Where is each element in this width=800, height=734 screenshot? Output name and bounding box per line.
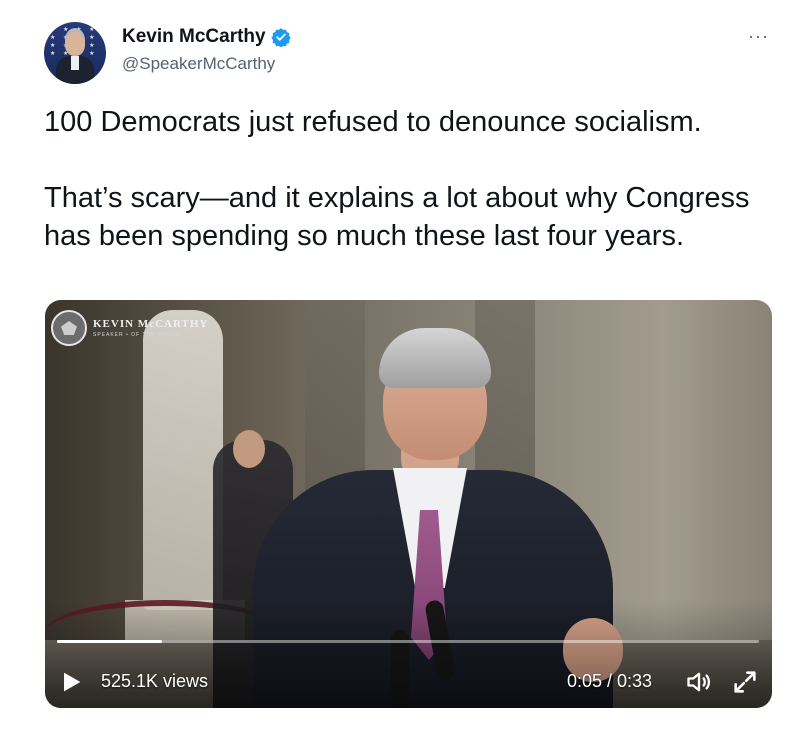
author-handle[interactable]: @SpeakerMcCarthy — [122, 54, 275, 74]
video-player[interactable]: KEVIN McCARTHY SPEAKER • OF THE HOUSE 52… — [45, 300, 772, 708]
avatar-shirt — [71, 56, 79, 70]
view-count: 525.1K views — [101, 671, 209, 691]
fullscreen-icon[interactable] — [731, 668, 759, 696]
video-controls: 525.1K views 0:05 / 0:33 — [45, 662, 772, 702]
volume-icon[interactable] — [685, 668, 713, 696]
background-statue — [143, 310, 223, 610]
video-time: 0:05 / 0:33 — [567, 671, 653, 691]
author-name-row: Kevin McCarthy — [122, 26, 291, 48]
logo-subtext: SPEAKER • OF THE HOUSE — [93, 332, 181, 338]
avatar[interactable]: ★ ★ ★ ★ ★ ★ ★ ★ ★ ★ ★ ★ ★ ★ ★ ★ — [44, 22, 106, 84]
more-options-icon[interactable]: ··· — [748, 26, 769, 47]
tweet-card: ★ ★ ★ ★ ★ ★ ★ ★ ★ ★ ★ ★ ★ ★ ★ ★ Kevin Mc… — [0, 0, 800, 734]
logo-text: KEVIN McCARTHY — [93, 318, 209, 330]
seal-icon — [51, 310, 87, 346]
background-person-head — [233, 430, 265, 468]
play-icon[interactable] — [57, 668, 85, 696]
verified-badge-icon — [270, 28, 291, 47]
video-progress-fill — [57, 640, 163, 643]
avatar-face — [65, 32, 85, 56]
author-name[interactable]: Kevin McCarthy — [122, 26, 266, 48]
video-progress-bar[interactable] — [57, 640, 759, 643]
tweet-text: 100 Democrats just refused to denounce s… — [44, 106, 750, 252]
channel-logo: KEVIN McCARTHY SPEAKER • OF THE HOUSE — [51, 310, 208, 346]
